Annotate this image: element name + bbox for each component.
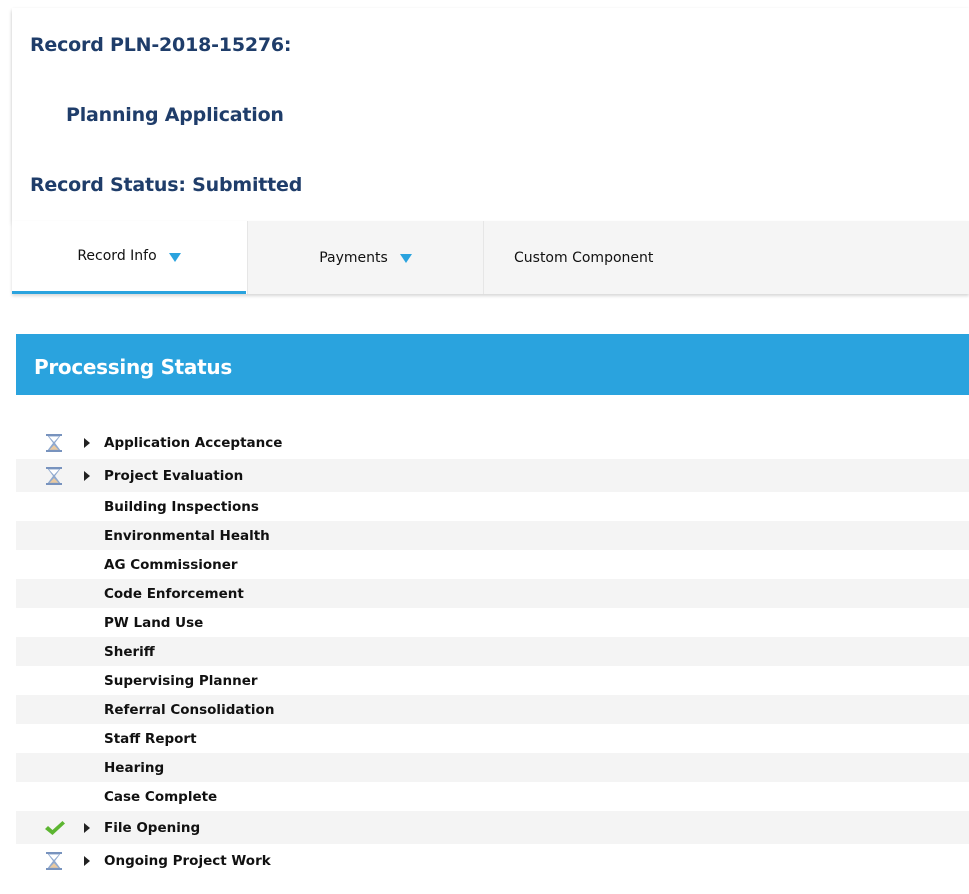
processing-step-row: Hearing bbox=[16, 753, 969, 782]
caret-down-icon bbox=[399, 254, 412, 263]
record-status-title: Record Status: Submitted bbox=[30, 174, 303, 196]
processing-step-row: Case Complete bbox=[16, 782, 969, 811]
processing-step-row[interactable]: Ongoing Project Work bbox=[16, 844, 969, 877]
processing-step-row: Staff Report bbox=[16, 724, 969, 753]
expand-arrow-icon[interactable] bbox=[84, 437, 90, 448]
checkmark-icon bbox=[44, 820, 66, 840]
tab-payments-label: Payments bbox=[319, 249, 388, 266]
processing-status-header: Processing Status bbox=[16, 334, 969, 395]
processing-step-row[interactable]: File Opening bbox=[16, 811, 969, 844]
hourglass-icon bbox=[44, 466, 64, 489]
processing-step-label: Hearing bbox=[104, 759, 165, 776]
record-id-title: Record PLN-2018-15276: bbox=[30, 34, 292, 56]
processing-step-row: Supervising Planner bbox=[16, 666, 969, 695]
tab-custom-component[interactable]: Custom Component bbox=[483, 221, 969, 294]
tab-record-info-label: Record Info bbox=[77, 248, 157, 264]
record-type-title: Planning Application bbox=[66, 104, 284, 126]
expand-arrow-icon[interactable] bbox=[84, 822, 90, 833]
tab-record-info[interactable]: Record Info bbox=[12, 221, 246, 294]
tab-custom-component-label: Custom Component bbox=[514, 249, 654, 266]
processing-step-label: Application Acceptance bbox=[104, 434, 283, 451]
processing-step-label: AG Commissioner bbox=[104, 556, 238, 573]
processing-step-label: Project Evaluation bbox=[104, 467, 244, 484]
processing-step-row: Environmental Health bbox=[16, 521, 969, 550]
processing-step-label: Staff Report bbox=[104, 730, 197, 747]
processing-step-label: Sheriff bbox=[104, 643, 155, 660]
processing-step-row: Building Inspections bbox=[16, 492, 969, 521]
processing-step-row: Code Enforcement bbox=[16, 579, 969, 608]
processing-step-label: Referral Consolidation bbox=[104, 701, 275, 718]
processing-step-row[interactable]: Project Evaluation bbox=[16, 459, 969, 492]
processing-step-row: AG Commissioner bbox=[16, 550, 969, 579]
processing-step-label: Environmental Health bbox=[104, 527, 270, 544]
processing-step-label: File Opening bbox=[104, 819, 201, 836]
caret-down-icon bbox=[168, 252, 181, 262]
processing-step-row: Referral Consolidation bbox=[16, 695, 969, 724]
processing-status-title: Processing Status bbox=[34, 355, 232, 379]
processing-step-label: Code Enforcement bbox=[104, 585, 244, 602]
processing-step-row[interactable]: Application Acceptance bbox=[16, 426, 969, 459]
tab-payments[interactable]: Payments bbox=[247, 221, 483, 294]
processing-step-label: Ongoing Project Work bbox=[104, 852, 271, 869]
processing-step-row: PW Land Use bbox=[16, 608, 969, 637]
processing-step-row: Sheriff bbox=[16, 637, 969, 666]
expand-arrow-icon[interactable] bbox=[84, 855, 90, 866]
expand-arrow-icon[interactable] bbox=[84, 470, 90, 481]
processing-status-list: Application Acceptance Project Evaluation… bbox=[16, 426, 969, 877]
processing-step-label: PW Land Use bbox=[104, 614, 204, 631]
record-header-card: Record PLN-2018-15276: Planning Applicat… bbox=[12, 8, 969, 221]
processing-step-label: Supervising Planner bbox=[104, 672, 258, 689]
processing-step-label: Building Inspections bbox=[104, 498, 259, 515]
hourglass-icon bbox=[44, 433, 64, 456]
processing-step-label: Case Complete bbox=[104, 788, 218, 805]
hourglass-icon bbox=[44, 851, 64, 874]
record-tab-bar: Record Info Payments Custom Component bbox=[12, 221, 969, 294]
